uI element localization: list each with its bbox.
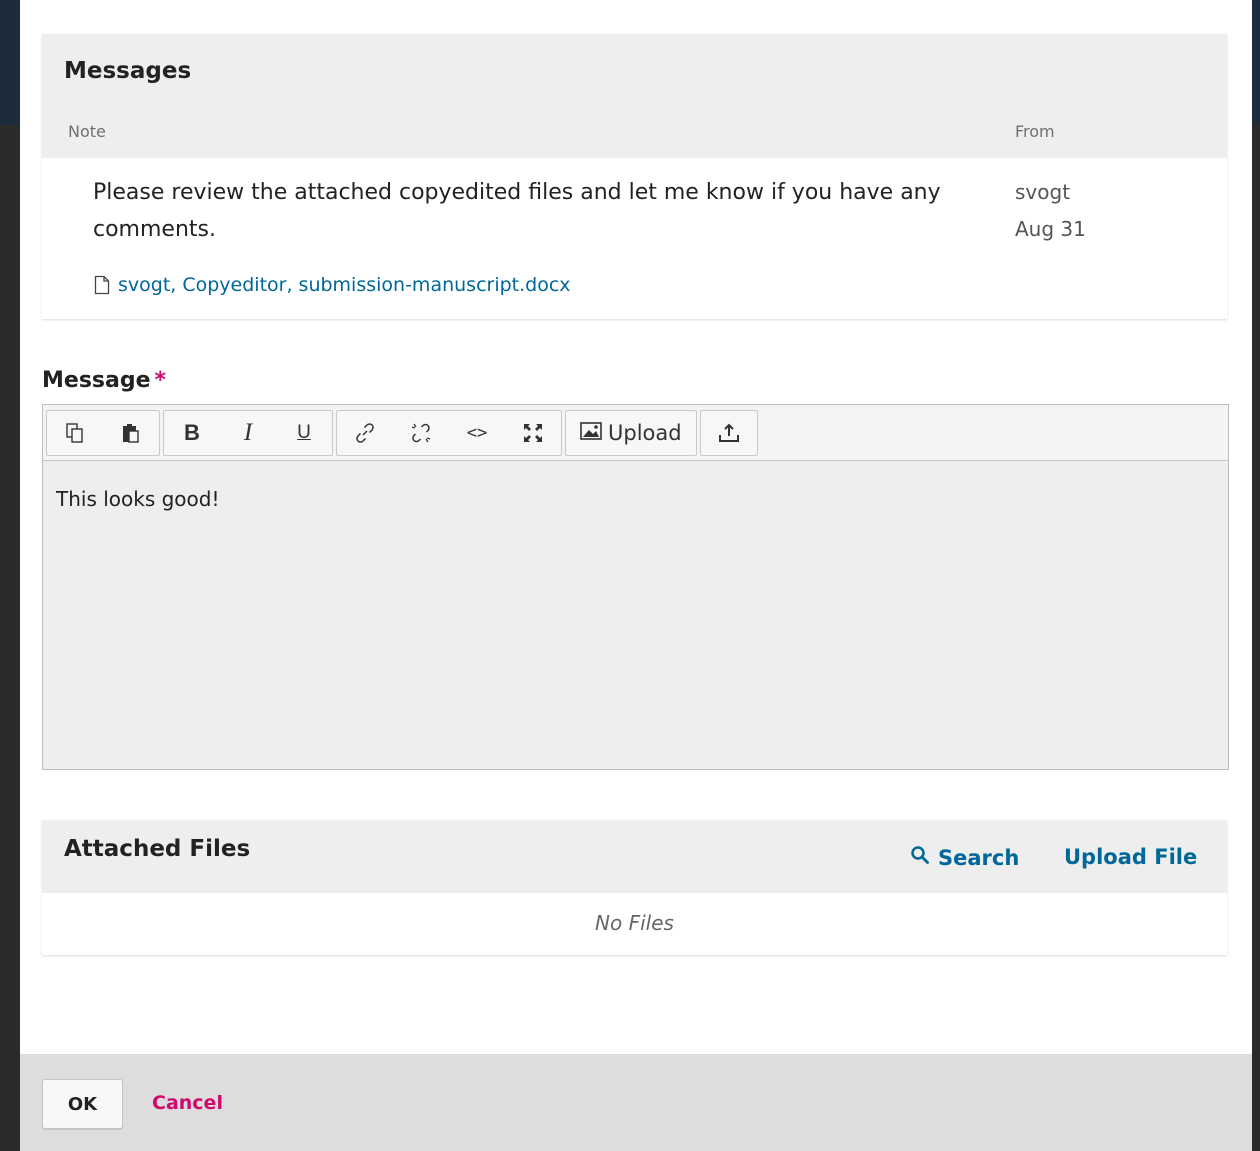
modal-footer: OK Cancel [20,1054,1252,1151]
fullscreen-icon [521,421,545,445]
italic-button[interactable]: I [220,411,276,455]
toolbar-group-image: Upload [565,409,697,456]
underline-button[interactable]: U [276,411,332,455]
column-header-note: Note [68,122,106,141]
toolbar-group-format: B I U [163,409,333,456]
messages-panel: Messages Note From Please review the att… [42,34,1227,319]
upload-image-label: Upload [608,420,682,445]
image-icon [580,421,602,445]
search-files-button[interactable]: Search [910,845,1019,870]
required-marker: * [154,368,167,393]
messages-title: Messages [64,58,192,84]
link-button[interactable] [337,411,393,455]
modal-dialog: Messages Note From Please review the att… [20,0,1252,1151]
editor-toolbar: B I U <> Upload [43,405,1228,461]
upload-file-button[interactable] [701,411,757,455]
unlink-button[interactable] [393,411,449,455]
message-note-text: Please review the attached copyedited fi… [93,180,941,242]
message-from-user: svogt [1015,180,1071,204]
message-editor: B I U <> Upload This looks good! [42,404,1229,770]
column-header-from: From [1015,122,1055,141]
link-icon [353,421,377,445]
upload-image-button[interactable]: Upload [566,411,696,455]
bold-button[interactable]: B [164,411,220,455]
upload-file-link[interactable]: Upload File [1064,845,1197,869]
paste-button[interactable] [103,411,159,455]
message-from: svogt Aug 31 [1015,174,1086,248]
message-from-date: Aug 31 [1015,217,1086,241]
message-attachment-label: svogt, Copyeditor, submission-manuscript… [118,274,571,296]
bold-icon: B [184,419,200,445]
code-button[interactable]: <> [449,411,505,455]
no-files-text: No Files [595,911,674,935]
underline-icon: U [297,421,311,443]
paste-icon [120,422,142,444]
messages-header: Messages Note From [42,34,1227,158]
cancel-link[interactable]: Cancel [152,1092,223,1114]
attached-files-title: Attached Files [64,836,251,862]
ok-button[interactable]: OK [42,1079,123,1129]
document-icon [94,275,110,295]
attached-files-header: Attached Files Search Upload File [42,820,1227,893]
toolbar-group-links: <> [336,409,562,456]
search-icon [910,845,930,870]
code-icon: <> [466,422,488,443]
upload-icon [717,421,741,445]
copy-button[interactable] [47,411,103,455]
toolbar-group-clipboard [46,409,160,456]
toolbar-group-upload [699,409,758,456]
copy-icon [64,422,86,444]
message-field-label: Message * [42,368,166,393]
message-editor-content[interactable]: This looks good! [43,461,1228,769]
unlink-icon [409,421,433,445]
message-label-text: Message [42,368,151,393]
message-attachment-link[interactable]: svogt, Copyeditor, submission-manuscript… [94,274,571,296]
attached-files-panel: Attached Files Search Upload File No Fil… [42,820,1227,955]
search-files-label: Search [938,845,1020,870]
fullscreen-button[interactable] [505,411,561,455]
italic-icon: I [243,418,253,446]
